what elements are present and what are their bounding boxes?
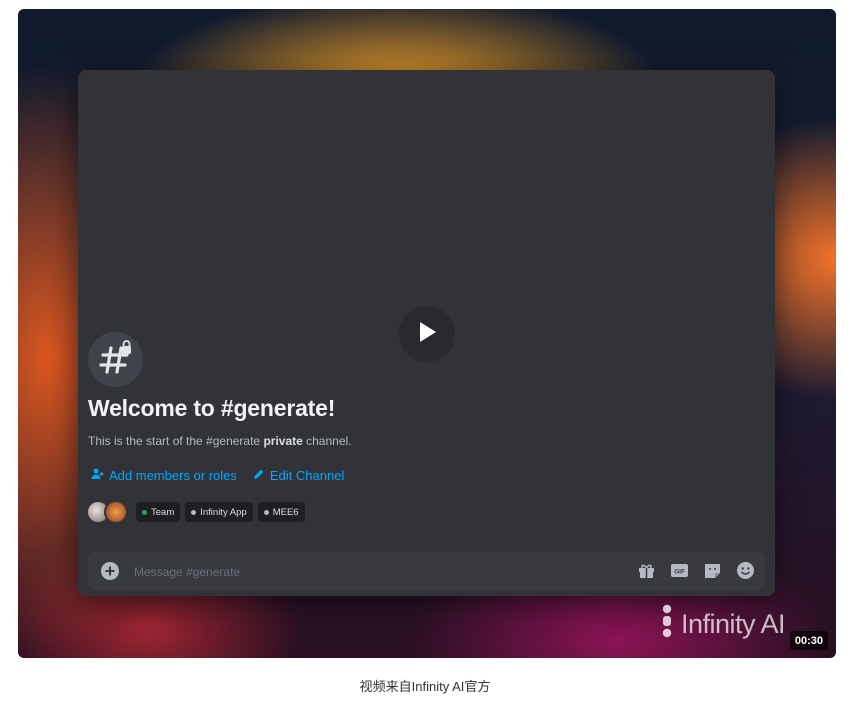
play-icon [417, 321, 437, 348]
gif-icon[interactable]: GIF [670, 561, 689, 580]
infinity-logo-icon [661, 604, 673, 645]
status-dot [142, 509, 147, 515]
sticker-icon[interactable] [703, 561, 722, 580]
video-player[interactable]: Welcome to #generate! This is the start … [18, 9, 836, 658]
member-tags: Team Infinity App MEE6 [136, 502, 305, 522]
video-caption: 视频来自Infinity AI官方 [359, 679, 491, 694]
discord-window: Welcome to #generate! This is the start … [78, 70, 775, 596]
pencil-icon [253, 468, 265, 483]
member-tag-infinity-app[interactable]: Infinity App [185, 502, 253, 522]
message-input[interactable] [132, 561, 616, 583]
infinity-ai-watermark: Infinity AI [661, 604, 786, 645]
add-member-icon [91, 467, 104, 483]
channel-description: This is the start of the #generate priva… [88, 434, 352, 448]
svg-text:GIF: GIF [674, 569, 685, 576]
video-duration: 00:30 [789, 631, 828, 650]
tag-label: MEE6 [272, 506, 299, 518]
member-tag-mee6[interactable]: MEE6 [257, 502, 305, 522]
channel-actions: Add members or roles Edit Channel [91, 467, 344, 483]
edit-channel-link[interactable]: Edit Channel [253, 467, 344, 483]
message-composer: GIF [88, 552, 765, 590]
status-dot [191, 509, 197, 515]
edit-channel-label: Edit Channel [269, 467, 345, 483]
add-members-link[interactable]: Add members or roles [91, 467, 237, 483]
member-row: Team Infinity App MEE6 [86, 500, 305, 524]
status-dot [263, 509, 269, 515]
add-members-label: Add members or roles [109, 467, 237, 483]
emoji-icon[interactable] [736, 561, 755, 580]
watermark-text: Infinity AI [681, 609, 786, 639]
gift-icon[interactable] [637, 561, 656, 580]
description-suffix: channel. [302, 434, 352, 448]
add-attachment-icon[interactable] [100, 561, 120, 581]
tag-label: Infinity App [200, 506, 247, 518]
description-private: private [263, 434, 303, 448]
description-prefix: This is the start of the #generate [88, 434, 264, 448]
member-tag-team[interactable]: Team [136, 502, 181, 522]
private-channel-icon [88, 332, 143, 387]
composer-icons: GIF [637, 561, 755, 580]
welcome-heading: Welcome to #generate! [88, 395, 336, 421]
tag-label: Team [151, 506, 175, 518]
play-button[interactable] [399, 306, 455, 362]
avatar[interactable] [104, 500, 128, 524]
